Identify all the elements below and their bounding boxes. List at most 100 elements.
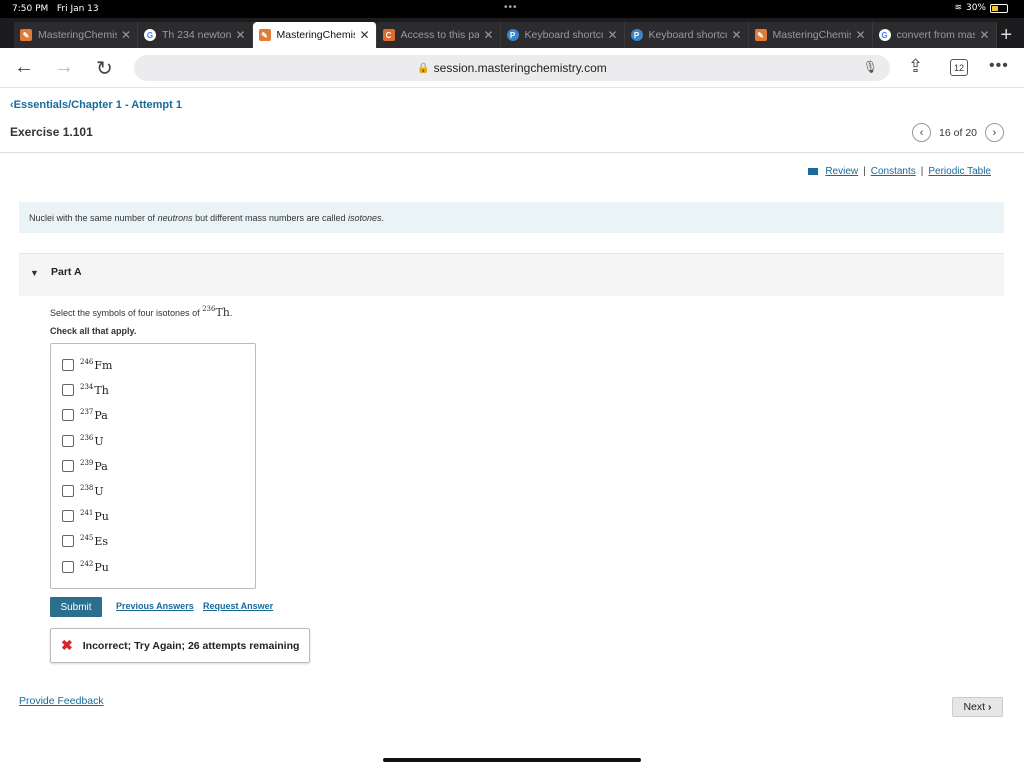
check-all-instruction: Check all that apply. xyxy=(50,326,137,336)
nuclide-symbol: 246Fm xyxy=(80,358,112,372)
mass-number: 245 xyxy=(80,534,94,543)
options-box: 246Fm 234Th 237Pa 236U 239Pa 238U 241Pu 245Es 24… xyxy=(50,343,256,589)
option-checkbox[interactable] xyxy=(62,560,74,573)
part-a-header[interactable]: ▼ Part A xyxy=(19,253,1004,296)
intro-text: Nuclei with the same number of neutrons … xyxy=(19,202,1004,233)
option-checkbox[interactable] xyxy=(62,485,74,497)
previous-item-button[interactable]: ‹ xyxy=(912,123,932,142)
back-arrow-icon[interactable]: ← xyxy=(14,56,34,79)
tab-favicon-icon: ✎ xyxy=(754,29,767,41)
link-separator: | xyxy=(920,166,924,177)
nuclide-symbol: 239Pa xyxy=(80,459,108,473)
element-symbol: Th xyxy=(94,384,109,398)
option-checkbox[interactable] xyxy=(62,359,74,371)
wifi-icon: ≋ xyxy=(954,3,962,13)
url-text: session.masteringchemistry.com xyxy=(433,61,607,75)
browser-tab[interactable]: G Th 234 newton ✕ xyxy=(138,22,253,48)
share-icon[interactable]: ⇪ xyxy=(908,56,923,77)
option-checkbox[interactable] xyxy=(62,409,74,422)
tab-favicon-icon: ✎ xyxy=(258,29,271,41)
address-bar[interactable]: 🔒 session.masteringchemistry.com 🎙 xyxy=(134,55,890,81)
pager-count: 16 of 20 xyxy=(939,126,977,139)
submit-button[interactable]: Submit xyxy=(50,597,102,617)
forward-arrow-icon[interactable]: → xyxy=(54,56,74,79)
nuclide-symbol: 238U xyxy=(80,484,104,498)
tab-close-icon[interactable]: ✕ xyxy=(359,28,369,42)
tab-close-icon[interactable]: ✕ xyxy=(121,28,131,42)
option-row[interactable]: 245Es xyxy=(62,534,108,548)
resource-links: Review | Constants | Periodic Table xyxy=(808,166,991,177)
browser-tab[interactable]: P Keyboard shortcuts✕ xyxy=(624,22,749,48)
next-button[interactable]: Next › xyxy=(952,697,1003,717)
tab-close-icon[interactable]: ✕ xyxy=(483,28,493,42)
mass-number: 236 xyxy=(80,433,94,442)
tab-label: Th 234 newton xyxy=(162,29,232,41)
tab-favicon-icon: ✎ xyxy=(20,29,32,41)
next-item-button[interactable]: › xyxy=(985,123,1004,142)
collapse-caret-icon[interactable]: ▼ xyxy=(30,268,39,278)
option-row[interactable]: 239Pa xyxy=(62,459,108,473)
tab-favicon-icon: P xyxy=(506,29,519,41)
option-row[interactable]: 242Pu xyxy=(62,560,109,574)
constants-link[interactable]: Constants xyxy=(871,166,916,177)
browser-tab[interactable]: P Keyboard shortcuts✕ xyxy=(500,22,625,48)
mass-number: 246 xyxy=(80,358,94,366)
option-row[interactable]: 237Pa xyxy=(62,408,108,422)
home-indicator[interactable] xyxy=(383,758,641,762)
breadcrumb[interactable]: ‹Essentials/Chapter 1 - Attempt 1 xyxy=(10,99,182,111)
microphone-icon[interactable]: 🎙 xyxy=(863,60,878,74)
option-row[interactable]: 246Fm xyxy=(62,358,112,372)
new-tab-button[interactable]: + xyxy=(997,22,1016,48)
tab-close-icon[interactable]: ✕ xyxy=(235,28,245,42)
browser-tab[interactable]: Gconvert from mass ✕ xyxy=(872,22,997,48)
multitask-dots[interactable]: ••• xyxy=(504,2,518,13)
tab-label: Keyboard shortcuts xyxy=(648,29,728,41)
request-answer-link[interactable]: Request Answer xyxy=(203,601,273,611)
mass-number: 234 xyxy=(80,383,94,392)
element-symbol: Pu xyxy=(94,510,109,524)
mass-number: 239 xyxy=(80,458,94,467)
nuclide-symbol: 245Es xyxy=(80,534,108,548)
tab-close-icon[interactable]: ✕ xyxy=(731,28,741,42)
question-prompt: Select the symbols of four isotones of 2… xyxy=(50,305,233,319)
review-link[interactable]: Review xyxy=(825,166,858,177)
battery-percent: 30% xyxy=(965,3,986,13)
nuclide-symbol: 236U xyxy=(80,434,104,448)
element-symbol: U xyxy=(94,434,104,448)
previous-answers-link[interactable]: Previous Answers xyxy=(116,601,194,611)
option-row[interactable]: 236U xyxy=(62,434,104,448)
nuclide-symbol: 237Pa xyxy=(80,408,108,422)
option-checkbox[interactable] xyxy=(62,384,74,397)
tab-overview-button[interactable]: 12 xyxy=(950,59,968,76)
option-checkbox[interactable] xyxy=(62,459,74,472)
option-row[interactable]: 241Pu xyxy=(62,509,109,523)
option-checkbox[interactable] xyxy=(62,535,74,548)
status-bar: 7:50 PM Fri Jan 13 ••• ≋ 30% xyxy=(0,0,1024,18)
tab-close-icon[interactable]: ✕ xyxy=(607,28,617,42)
mass-number: 237 xyxy=(80,408,94,417)
tab-favicon-icon: G xyxy=(144,29,156,41)
mass-number: 242 xyxy=(80,559,94,568)
error-x-icon: ✖ xyxy=(61,637,73,653)
browser-tab[interactable]: C Access to this page✕ xyxy=(376,22,501,48)
link-separator: | xyxy=(863,166,866,177)
more-options-icon[interactable]: ••• xyxy=(989,57,1009,75)
option-checkbox[interactable] xyxy=(62,510,74,523)
provide-feedback-link[interactable]: Provide Feedback xyxy=(19,695,104,707)
option-row[interactable]: 234Th xyxy=(62,383,109,397)
browser-tab[interactable]: ✎MasteringChemistry✕ xyxy=(748,22,873,48)
reload-icon[interactable]: ↻ xyxy=(96,56,113,81)
tab-close-icon[interactable]: ✕ xyxy=(979,28,989,42)
mass-number: 241 xyxy=(80,509,94,518)
nuclide-symbol: 234Th xyxy=(80,383,109,397)
option-row[interactable]: 238U xyxy=(62,484,104,498)
browser-tab[interactable]: ✎MasteringChemistry✕ xyxy=(14,22,138,48)
tab-bar: ✎MasteringChemistry✕GTh 234 newton✕✎Mast… xyxy=(0,18,1024,48)
tab-label: Access to this page xyxy=(400,29,480,41)
browser-tab[interactable]: ✎MasteringChemistry✕ xyxy=(252,22,377,48)
exercise-title: Exercise 1.101 xyxy=(10,125,93,139)
option-checkbox[interactable] xyxy=(62,434,74,447)
tab-close-icon[interactable]: ✕ xyxy=(855,28,865,42)
periodic-table-link[interactable]: Periodic Table xyxy=(928,166,991,177)
tab-label: Keyboard shortcuts xyxy=(524,29,604,41)
